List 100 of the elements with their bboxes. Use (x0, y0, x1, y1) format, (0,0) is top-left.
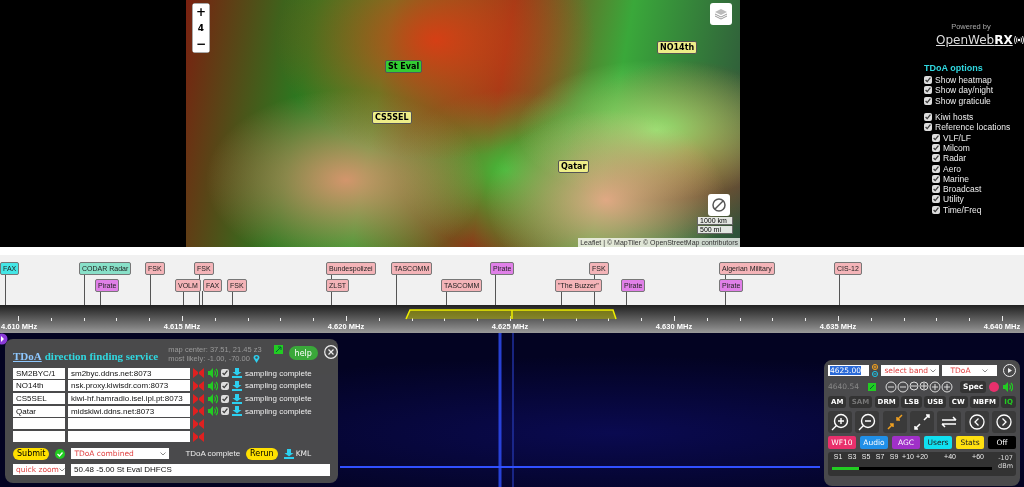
submit-button[interactable]: Submit (13, 447, 50, 460)
host-name-field[interactable]: NO14th (13, 380, 65, 392)
zoom-out-button[interactable] (855, 411, 880, 433)
zoom-out-icon (897, 380, 909, 393)
option-checkbox[interactable] (932, 143, 940, 152)
leader-line (183, 291, 184, 305)
host-url-field[interactable] (68, 418, 190, 430)
leader-line (396, 274, 397, 305)
square-icon (868, 382, 876, 391)
host-url-field[interactable]: nsk.proxy.kiwisdr.com:8073 (68, 380, 190, 392)
option-checkbox[interactable] (932, 133, 940, 142)
layers-icon (714, 8, 728, 20)
step-up-icon (872, 364, 879, 370)
speaker-icon (207, 393, 218, 404)
option-label: Aero (943, 163, 961, 174)
download-icon (232, 368, 242, 379)
bowtie-icon (193, 380, 204, 391)
host-name-field[interactable]: Qatar (13, 405, 65, 417)
host-name-field[interactable]: SM2BYC/1 (13, 367, 65, 379)
speaker-icon (1002, 381, 1014, 392)
zoom-in-icon (929, 380, 941, 393)
leader-line (84, 274, 85, 305)
options-title: TDoA options (924, 63, 984, 73)
option-label: Radar (943, 153, 967, 164)
pin-icon (252, 354, 260, 363)
host-checkbox[interactable] (221, 394, 229, 403)
host-url-field[interactable]: kiwi-hf.hamradio.isel.ipl.pt:8073 (68, 393, 190, 405)
option-checkbox[interactable] (924, 76, 932, 85)
logo-text[interactable]: OpenWebRX (936, 33, 1013, 47)
panel-title: direction finding service (44, 350, 159, 362)
host-name-field[interactable] (13, 431, 65, 442)
option-checkbox[interactable] (924, 123, 932, 132)
play-icon[interactable] (1003, 364, 1016, 377)
host-checkbox[interactable] (221, 407, 229, 416)
leader-line (202, 291, 203, 305)
tdoa-link[interactable]: TDoA (13, 350, 42, 362)
zoom-in-button[interactable] (828, 411, 852, 433)
host-checkbox[interactable] (221, 369, 229, 378)
zoom-out-icon (909, 380, 919, 391)
option-label: Reference locations (935, 122, 1011, 133)
zoom-max-out-button[interactable] (910, 411, 934, 433)
chevron-left-icon (968, 414, 985, 430)
swap-button[interactable] (937, 411, 962, 433)
next-button[interactable] (991, 411, 1016, 433)
option-label: Utility (943, 194, 964, 205)
host-name-field[interactable]: CS5SEL (13, 393, 65, 405)
leader-line (839, 274, 840, 305)
map-marker[interactable]: Qatar (558, 160, 590, 173)
host-url-field[interactable]: midskiwi.ddns.net:8073 (68, 405, 190, 417)
zoom-to-band-button[interactable] (882, 411, 907, 433)
map-marker[interactable]: St Eval (385, 60, 423, 73)
download-icon (232, 380, 242, 391)
host-url-field[interactable] (68, 431, 190, 442)
map-marker[interactable]: CS5SEL (372, 111, 412, 124)
square-icon (273, 345, 283, 354)
option-checkbox[interactable] (924, 96, 932, 105)
option-checkbox[interactable] (932, 195, 940, 204)
previous-button[interactable] (964, 411, 989, 433)
option-checkbox[interactable] (932, 174, 940, 183)
option-checkbox[interactable] (924, 113, 932, 122)
option-checkbox[interactable] (932, 154, 940, 163)
host-url-field[interactable]: sm2byc.ddns.net:8073 (68, 367, 190, 379)
zoom-out-icon (885, 380, 897, 393)
arrows-out-icon (914, 414, 930, 430)
speaker-icon (207, 380, 218, 391)
option-label: Show day/night (935, 85, 994, 96)
location-field[interactable]: 50.48 -5.00 St Eval DHFCS (71, 463, 330, 476)
host-status: sampling complete (245, 381, 312, 391)
option-checkbox[interactable] (932, 205, 940, 214)
host-checkbox[interactable] (221, 381, 229, 390)
caret-icon (929, 368, 936, 373)
leader-line (5, 274, 6, 305)
leader-line (232, 291, 233, 305)
option-label: Time/Freq (943, 204, 982, 215)
host-name-field[interactable] (13, 418, 65, 430)
record-icon (989, 381, 1000, 392)
leader-line (150, 274, 151, 305)
chevron-right-icon (995, 414, 1012, 430)
leader-line (626, 291, 627, 305)
option-checkbox[interactable] (932, 185, 940, 194)
rerun-button[interactable]: Rerun (246, 447, 278, 460)
caret-icon (982, 368, 989, 373)
leader-line (594, 274, 595, 305)
swap-arrows-icon (940, 416, 959, 428)
zoom-out-icon (858, 413, 877, 431)
radio-waves-icon (1013, 35, 1024, 45)
option-label: Milcom (943, 142, 970, 153)
host-status: sampling complete (245, 406, 312, 416)
close-icon[interactable] (323, 345, 338, 359)
map-marker[interactable]: NO14th (657, 41, 698, 54)
option-checkbox[interactable] (932, 164, 940, 173)
caret-icon (160, 451, 167, 456)
bowtie-icon (193, 406, 204, 417)
arrows-in-icon (886, 414, 903, 430)
host-status: sampling complete (245, 394, 312, 404)
option-label: VLF/LF (943, 132, 971, 143)
option-checkbox[interactable] (924, 86, 932, 95)
locate-button[interactable] (708, 194, 730, 216)
leader-line (495, 274, 496, 305)
bowtie-icon (193, 431, 204, 442)
